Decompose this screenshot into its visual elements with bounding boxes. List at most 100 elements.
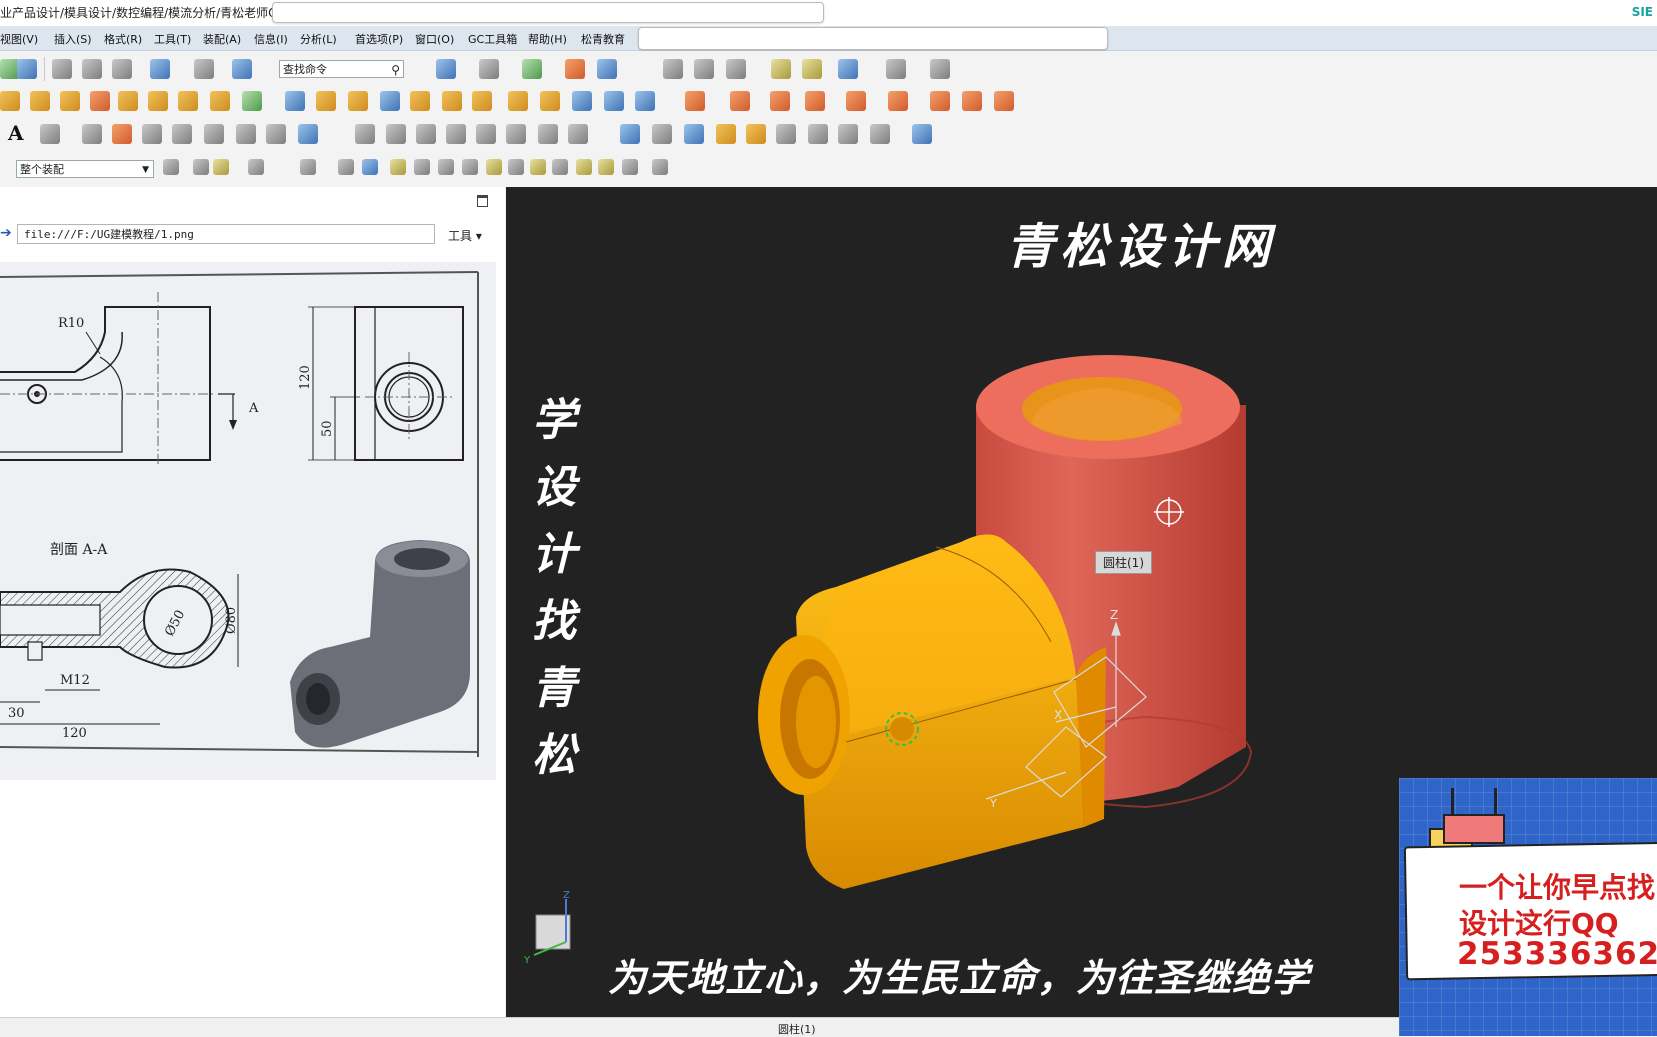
pattern-icon[interactable]: [178, 91, 198, 111]
tube-icon[interactable]: [540, 91, 560, 111]
view-cube-icon[interactable]: [232, 59, 252, 79]
block-icon[interactable]: [508, 91, 528, 111]
snap-endpoint-icon[interactable]: [390, 159, 406, 175]
menu-qingsong[interactable]: 松青教育: [581, 31, 625, 47]
menu-preferences[interactable]: 首选项(P): [355, 31, 403, 47]
snap-intersection-icon[interactable]: [462, 159, 478, 175]
swept-icon[interactable]: [716, 124, 736, 144]
address-bar[interactable]: file:///F:/UG建模教程/1.png: [17, 224, 435, 244]
through-curves-icon[interactable]: [684, 124, 704, 144]
wcs-icon[interactable]: [663, 59, 683, 79]
tools-menu[interactable]: 工具 ▾: [448, 227, 482, 244]
menu-help[interactable]: 帮助(H): [528, 31, 567, 47]
menu-gc-toolbox[interactable]: GC工具箱: [468, 31, 517, 47]
delete-face-icon[interactable]: [730, 91, 750, 111]
resize-blend-icon[interactable]: [805, 91, 825, 111]
cylinder-icon[interactable]: [635, 91, 655, 111]
snap-icon[interactable]: [771, 59, 791, 79]
redo-icon[interactable]: [194, 59, 214, 79]
shell-icon[interactable]: [316, 91, 336, 111]
snap-midpoint-icon[interactable]: [414, 159, 430, 175]
pad-icon[interactable]: [118, 91, 138, 111]
pocket-icon[interactable]: [148, 91, 168, 111]
menu-information[interactable]: 信息(I): [254, 31, 288, 47]
split-curve-icon[interactable]: [416, 124, 436, 144]
menu-assembly[interactable]: 装配(A): [203, 31, 241, 47]
undo-icon[interactable]: [150, 59, 170, 79]
arc-icon[interactable]: [82, 124, 102, 144]
selection-icon[interactable]: [838, 59, 858, 79]
add-selection-icon[interactable]: [213, 159, 229, 175]
fillet-curve-icon[interactable]: [446, 124, 466, 144]
linked-face-icon[interactable]: [888, 91, 908, 111]
corner-icon[interactable]: [476, 124, 496, 144]
paste-icon[interactable]: [112, 59, 132, 79]
snap-tangent-icon[interactable]: [508, 159, 524, 175]
grid-icon[interactable]: [886, 59, 906, 79]
layer-icon[interactable]: [565, 59, 585, 79]
filter-icon[interactable]: [163, 159, 179, 175]
boss-icon[interactable]: [90, 91, 110, 111]
component-select-icon[interactable]: [362, 159, 378, 175]
spline-icon[interactable]: [112, 124, 132, 144]
point-icon[interactable]: [838, 124, 858, 144]
snap-curve-icon[interactable]: [486, 159, 502, 175]
mirror-icon[interactable]: [210, 91, 230, 111]
browser-back-icon[interactable]: ➔: [0, 225, 12, 243]
show-hide-icon[interactable]: [597, 59, 617, 79]
menu-view[interactable]: 视图(V): [0, 31, 38, 47]
chamfer-icon[interactable]: [380, 91, 400, 111]
box-select-icon[interactable]: [338, 159, 354, 175]
snap-center-icon[interactable]: [530, 159, 546, 175]
grid-snap-icon[interactable]: [652, 159, 668, 175]
draft-icon[interactable]: [410, 91, 430, 111]
n-sided-icon[interactable]: [746, 124, 766, 144]
trim-curve-icon[interactable]: [355, 124, 375, 144]
snap-on-line-icon[interactable]: [598, 159, 614, 175]
offset-region-icon[interactable]: [930, 91, 950, 111]
menu-tools[interactable]: 工具(T): [154, 31, 191, 47]
fit-view-icon[interactable]: [436, 59, 456, 79]
surface-icon[interactable]: [620, 124, 640, 144]
extension-icon[interactable]: [808, 124, 828, 144]
menu-window[interactable]: 窗口(O): [415, 31, 454, 47]
search-icon[interactable]: ⚲: [391, 61, 400, 79]
measure-icon[interactable]: [930, 59, 950, 79]
unite-icon[interactable]: [242, 91, 262, 111]
datum-plane-icon[interactable]: [870, 124, 890, 144]
offset-curve-icon[interactable]: [172, 124, 192, 144]
synchronous-icon[interactable]: [994, 91, 1014, 111]
helix-icon[interactable]: [538, 124, 558, 144]
select-all-icon[interactable]: [193, 159, 209, 175]
chamfer-curve-icon[interactable]: [506, 124, 526, 144]
ruled-icon[interactable]: [652, 124, 672, 144]
thicken-icon[interactable]: [604, 91, 624, 111]
sphere-icon[interactable]: [522, 59, 542, 79]
menu-format[interactable]: 格式(R): [104, 31, 142, 47]
command-search-input[interactable]: 查找命令 ⚲: [279, 60, 404, 78]
move-face-icon[interactable]: [685, 91, 705, 111]
book-icon[interactable]: [285, 91, 305, 111]
extrude-icon[interactable]: [0, 91, 20, 111]
snap-face-icon[interactable]: [622, 159, 638, 175]
render-style-icon[interactable]: [479, 59, 499, 79]
resize-face-icon[interactable]: [962, 91, 982, 111]
project-curve-icon[interactable]: [142, 124, 162, 144]
deselect-icon[interactable]: [248, 159, 264, 175]
law-curve-icon[interactable]: [568, 124, 588, 144]
extend-curve-icon[interactable]: [386, 124, 406, 144]
text-icon[interactable]: A: [8, 121, 24, 145]
trim-body-icon[interactable]: [472, 91, 492, 111]
selection-scope-select[interactable]: 整个装配 ▼: [16, 160, 154, 178]
section-curve-icon[interactable]: [266, 124, 286, 144]
intersect-curve-icon[interactable]: [236, 124, 256, 144]
pattern-face-icon[interactable]: [846, 91, 866, 111]
menu-analysis[interactable]: 分析(L): [300, 31, 337, 47]
save-icon[interactable]: [17, 59, 37, 79]
profile-icon[interactable]: [40, 124, 60, 144]
snap-quadrant-icon[interactable]: [552, 159, 568, 175]
snap-control-icon[interactable]: [438, 159, 454, 175]
view-triad-icon[interactable]: Z Y: [523, 890, 571, 966]
mesh-icon[interactable]: [298, 124, 318, 144]
maximize-icon[interactable]: [477, 195, 488, 207]
